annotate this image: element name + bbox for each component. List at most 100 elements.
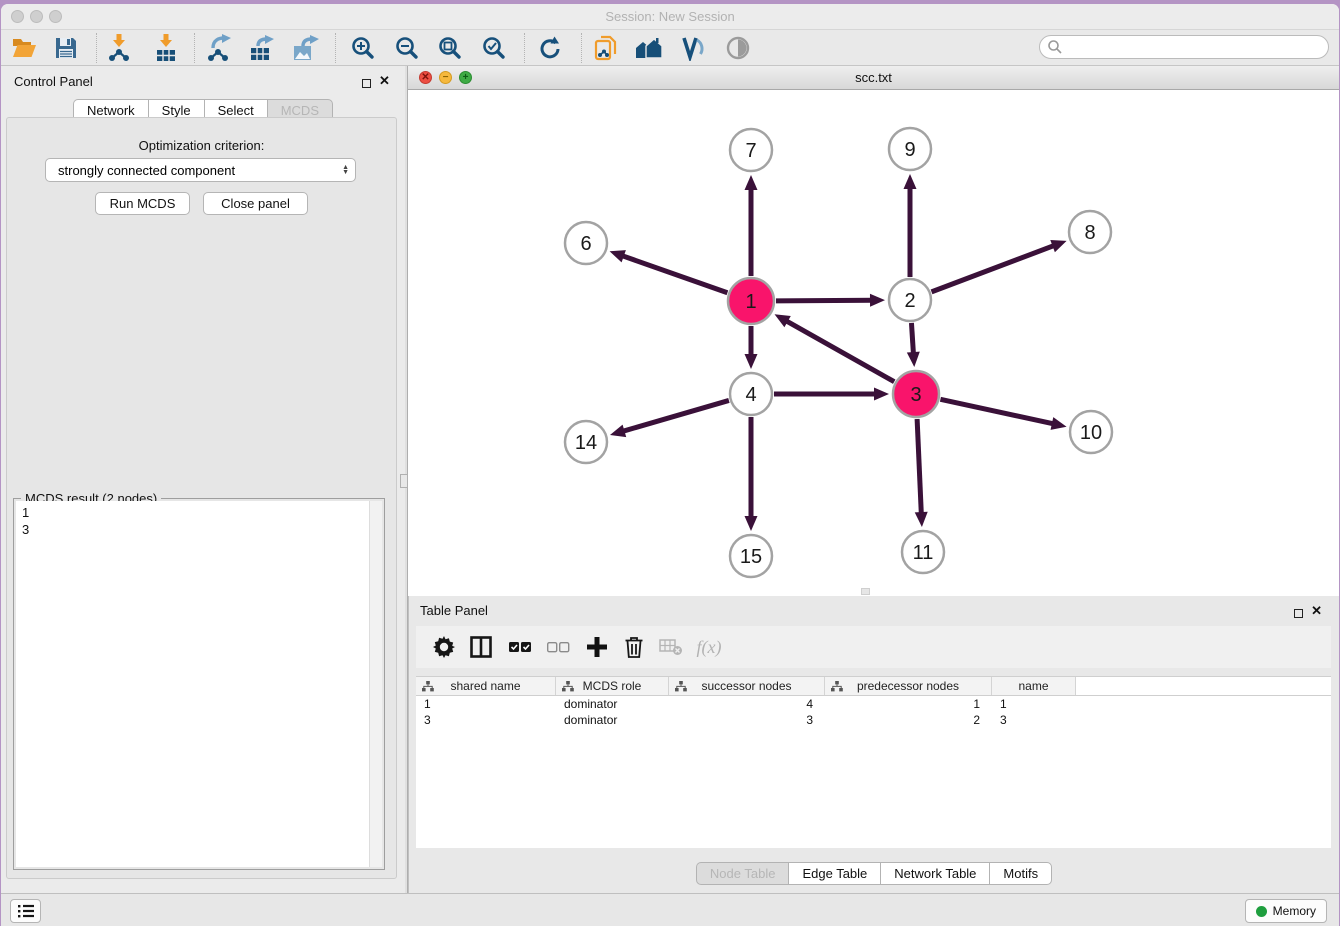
graph-edge-3-11[interactable] [917,419,921,516]
zoom-selected-icon[interactable] [479,34,509,62]
table-cell[interactable]: 2 [825,712,992,728]
graph-edge-1-6[interactable] [620,255,727,293]
result-scrollbar[interactable] [369,501,382,867]
table-cell[interactable]: 4 [669,696,825,712]
table-tabs: Node TableEdge TableNetwork TableMotifs [409,862,1339,885]
column-header-predecessor-nodes[interactable]: predecessor nodes [825,677,992,695]
gear-icon[interactable] [429,633,459,661]
import-network-icon[interactable] [104,34,134,62]
zoom-in-icon[interactable] [348,34,378,62]
graph-edge-3-1[interactable] [784,320,894,382]
header-spacer [1076,677,1331,695]
control-panel-title: Control Panel [14,74,93,89]
vizmapper-icon[interactable] [678,34,708,62]
float-panel-icon[interactable] [362,75,371,93]
graph-edge-2-3[interactable] [911,323,913,356]
export-table-icon[interactable] [247,34,277,62]
window-title: Session: New Session [1,9,1339,24]
show-graphics-icon [723,34,753,62]
table-cell[interactable]: 3 [416,712,556,728]
graph-edge-arrowhead [1050,240,1066,252]
column-header-MCDS-role[interactable]: MCDS role [556,677,669,695]
column-header-successor-nodes[interactable]: successor nodes [669,677,825,695]
table-tab-edge-table[interactable]: Edge Table [788,862,880,885]
table-cell[interactable]: 1 [992,696,1076,712]
copy-network-icon[interactable] [591,34,621,62]
table-tab-motifs[interactable]: Motifs [989,862,1052,885]
hierarchy-icon [831,681,843,692]
delete-icon[interactable] [619,633,649,661]
table-tab-network-table[interactable]: Network Table [880,862,989,885]
zoom-fit-icon[interactable] [435,34,465,62]
cybrowser-icon[interactable] [635,34,665,62]
table-cell[interactable]: dominator [556,712,669,728]
close-table-panel-icon[interactable]: ✕ [1311,606,1322,615]
graph-edge-4-14[interactable] [621,400,729,432]
graph-node-label: 9 [904,139,915,161]
criterion-dropdown[interactable]: strongly connected component ▲▼ [45,158,356,182]
divider-grip[interactable] [400,474,408,488]
graph-node-label: 14 [575,432,597,454]
table-cell[interactable]: 3 [992,712,1076,728]
table-body: 1dominator4113dominator323 [416,696,1331,728]
chevron-updown-icon: ▲▼ [342,165,349,175]
column-label: name [1018,679,1048,693]
search-input[interactable] [1063,40,1328,55]
close-panel-icon[interactable]: ✕ [379,76,390,85]
memory-button[interactable]: Memory [1245,899,1327,923]
hierarchy-icon [562,681,574,692]
close-panel-button[interactable]: Close panel [203,192,308,215]
memory-status-icon [1256,906,1267,917]
select-all-icon[interactable] [505,633,535,661]
table-row[interactable]: 3dominator323 [416,712,1331,728]
graph-edge-1-2[interactable] [776,300,874,301]
graph-node-label: 10 [1080,422,1102,444]
refresh-icon[interactable] [535,34,565,62]
deselect-all-icon[interactable] [543,633,573,661]
save-session-icon[interactable] [51,34,81,62]
task-history-button[interactable] [10,899,41,923]
function-builder-icon: f(x) [694,633,724,661]
search-box[interactable] [1039,35,1329,59]
application-window: Session: New Session [1,4,1339,926]
mcds-result-text[interactable]: 1 3 [16,501,382,867]
table-cell[interactable]: 1 [416,696,556,712]
canvas-grip[interactable] [861,588,870,595]
graph-edge-2-8[interactable] [932,245,1057,292]
column-layout-icon[interactable] [466,633,496,661]
mcds-panel: Optimization criterion: strongly connect… [6,117,397,879]
graph-edge-arrowhead [745,516,758,531]
table-cell[interactable]: 1 [825,696,992,712]
hierarchy-icon [675,681,687,692]
graph-edge-arrowhead [745,175,758,190]
table-toolbar: f(x) [416,626,1331,668]
graph-node-label: 11 [913,542,934,564]
graph-node-label: 7 [745,140,756,162]
table-row[interactable]: 1dominator411 [416,696,1331,712]
graph-edge-3-10[interactable] [940,399,1055,424]
graph-node-label: 4 [745,384,756,406]
column-header-name[interactable]: name [992,677,1076,695]
zoom-out-icon[interactable] [392,34,422,62]
network-view-title: scc.txt [408,70,1339,85]
table-tab-node-table[interactable]: Node Table [696,862,789,885]
table-cell[interactable]: dominator [556,696,669,712]
column-label: MCDS role [583,679,642,693]
title-bar: Session: New Session [1,4,1339,30]
add-icon[interactable] [582,633,612,661]
export-network-icon[interactable] [204,34,234,62]
main-toolbar [1,30,1339,66]
network-canvas[interactable]: 7968124314101511 [408,90,1339,596]
table-cell[interactable]: 3 [669,712,825,728]
graph-node-label: 15 [740,546,762,568]
graph-node-label: 1 [745,291,756,313]
export-image-icon[interactable] [291,34,321,62]
network-graph[interactable]: 7968124314101511 [408,90,1339,596]
float-table-panel-icon[interactable] [1294,605,1303,623]
criterion-value: strongly connected component [58,163,342,178]
run-mcds-button[interactable]: Run MCDS [95,192,190,215]
import-table-icon[interactable] [151,34,181,62]
open-session-icon[interactable] [9,34,39,62]
column-header-shared-name[interactable]: shared name [416,677,556,695]
network-window-titlebar[interactable]: ✕ − + scc.txt [408,66,1339,90]
